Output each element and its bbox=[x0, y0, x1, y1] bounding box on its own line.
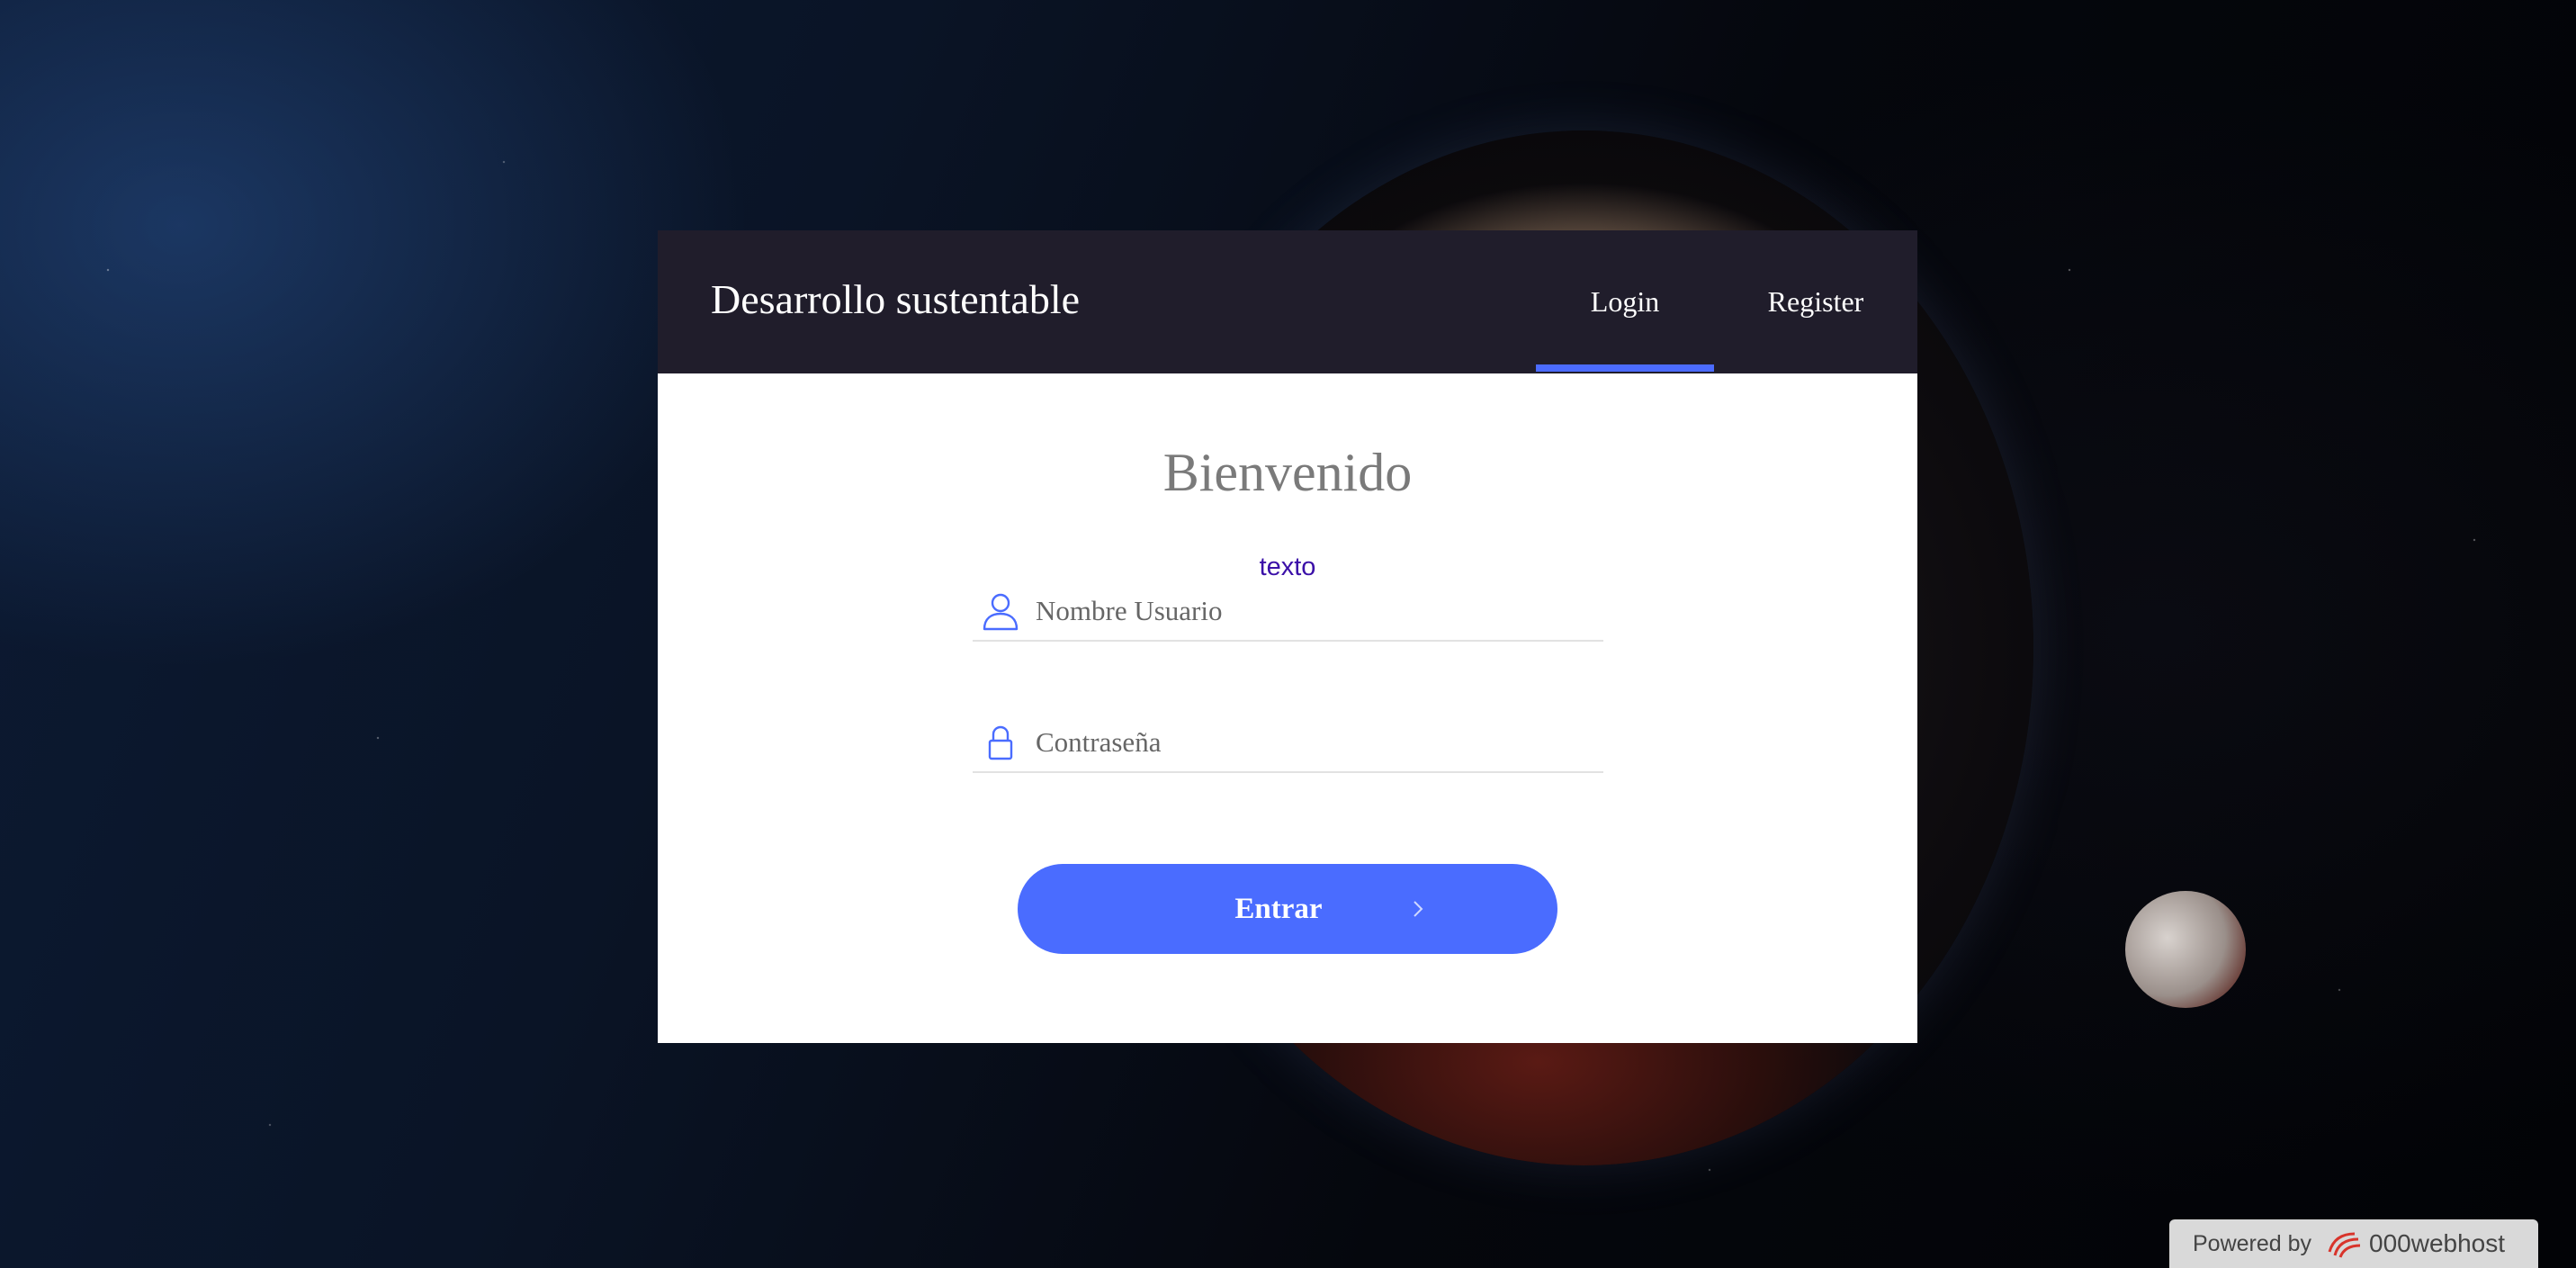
brand-title: Desarrollo sustentable bbox=[711, 276, 1081, 322]
hint-text: texto bbox=[1259, 553, 1316, 581]
welcome-title: Bienvenido bbox=[1162, 443, 1413, 502]
tab-register[interactable]: Register bbox=[1714, 230, 1917, 373]
login-submit-label: Entrar bbox=[1234, 893, 1323, 925]
password-input[interactable] bbox=[1036, 721, 1593, 764]
active-tab-indicator bbox=[1536, 364, 1714, 372]
moon-background bbox=[2125, 891, 2246, 1008]
powered-by-brand: 000webhost bbox=[2369, 1229, 2506, 1257]
tab-login[interactable]: Login bbox=[1536, 230, 1714, 373]
powered-by-badge[interactable]: Powered by 000webhost bbox=[2169, 1219, 2538, 1268]
user-icon bbox=[982, 591, 1019, 631]
username-field bbox=[973, 584, 1603, 642]
password-field bbox=[973, 715, 1603, 773]
powered-by-text: Powered by bbox=[2193, 1231, 2312, 1256]
login-submit-button[interactable]: Entrar bbox=[1018, 864, 1557, 954]
chevron-right-icon bbox=[1407, 898, 1429, 920]
card-header: Desarrollo sustentable Login Register bbox=[658, 230, 1917, 373]
000webhost-logo-icon bbox=[2324, 1228, 2364, 1259]
login-card: Desarrollo sustentable Login Register Bi… bbox=[658, 230, 1917, 1043]
lock-icon bbox=[982, 723, 1019, 762]
username-input[interactable] bbox=[1036, 589, 1593, 633]
